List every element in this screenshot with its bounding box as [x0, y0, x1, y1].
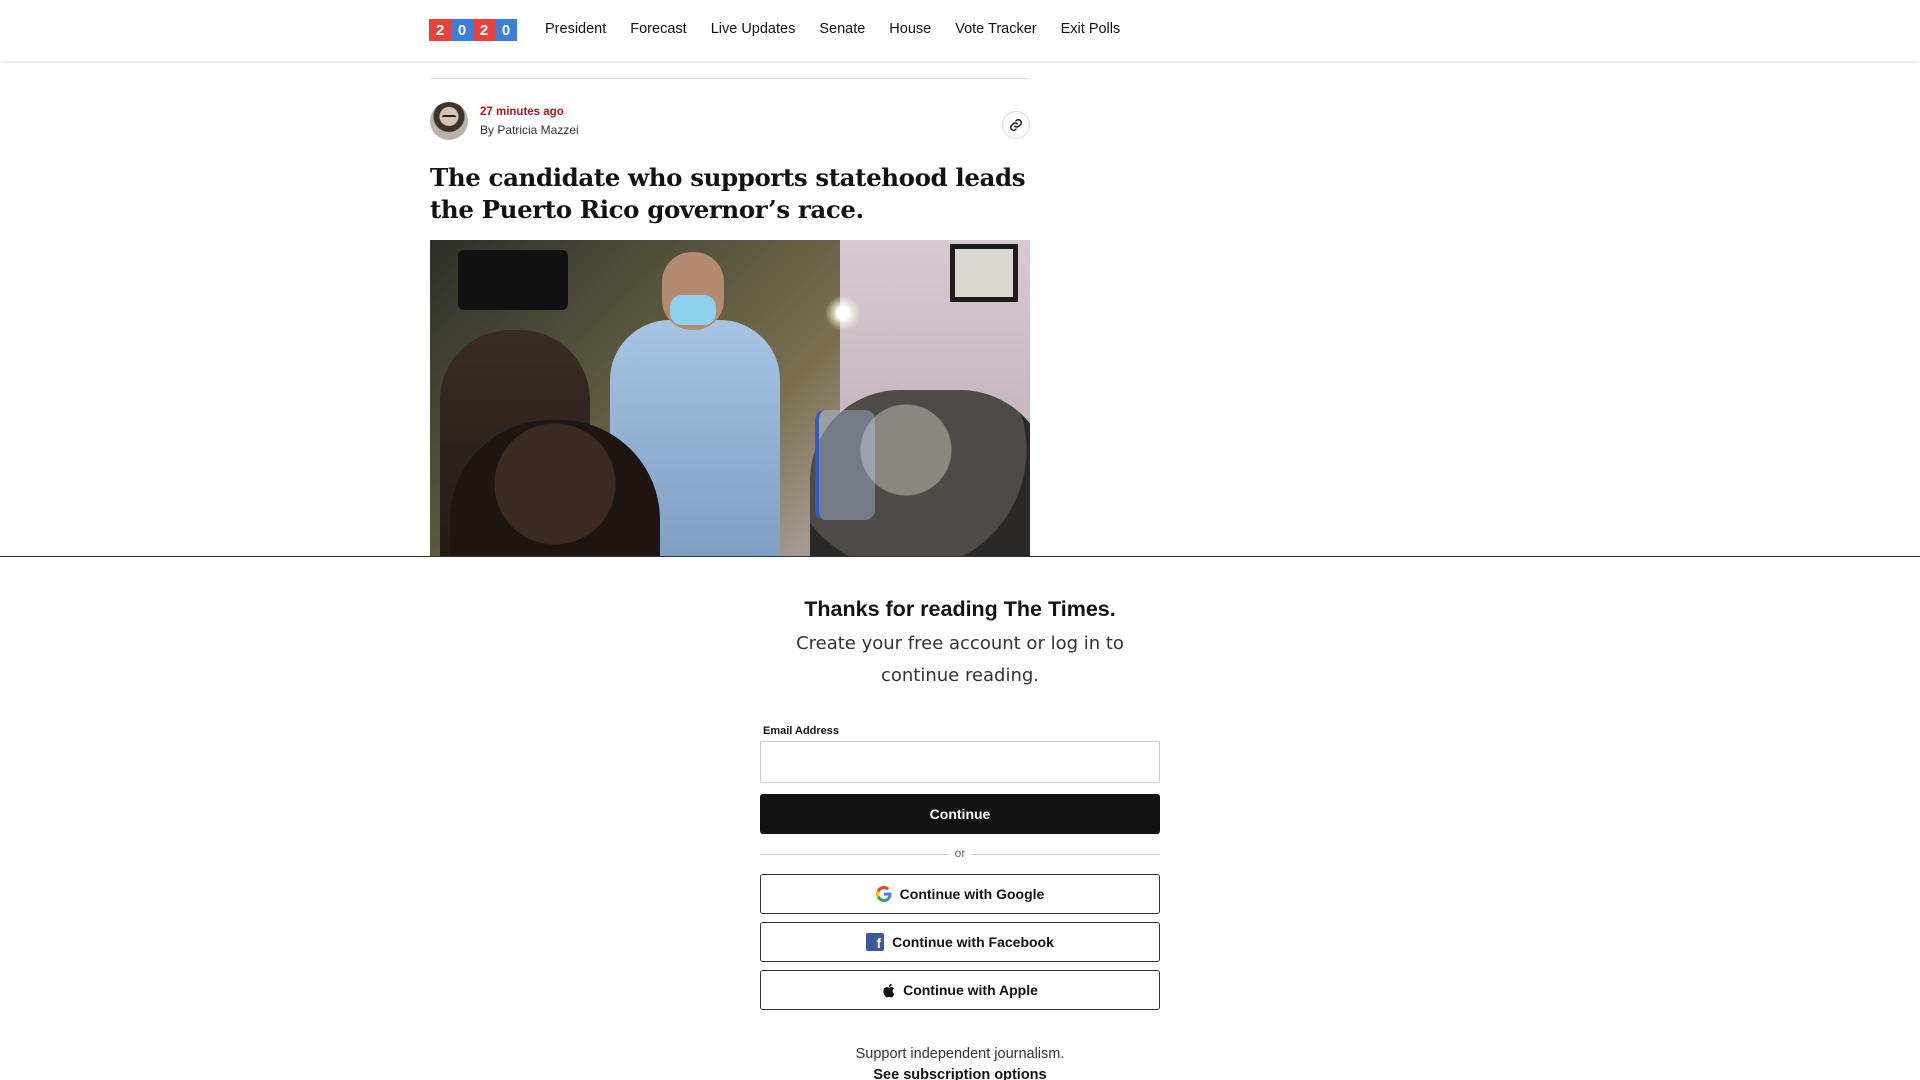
continue-with-apple-button[interactable]: Continue with Apple [760, 970, 1160, 1010]
logo-digit: 2 [473, 19, 495, 41]
apple-button-label: Continue with Apple [903, 982, 1038, 998]
google-button-label: Continue with Google [899, 886, 1045, 902]
nav-item-live-updates[interactable]: Live Updates [711, 21, 796, 37]
divider-line [972, 854, 1160, 855]
nav-item-vote-tracker[interactable]: Vote Tracker [955, 21, 1036, 37]
subscription-options-link[interactable]: See subscription options [0, 1067, 1920, 1080]
live-update-post: 27 minutes ago By Patricia Mazzei The ca… [430, 78, 1030, 558]
article-photo [430, 240, 1030, 558]
login-form: Email Address Continue or Continue with … [760, 725, 1160, 1010]
facebook-icon: f [866, 933, 885, 951]
photo-light [825, 295, 861, 331]
link-icon [1010, 119, 1022, 131]
photo-camera [458, 250, 568, 310]
nav-item-president[interactable]: President [545, 21, 606, 37]
photo-face-shield [815, 410, 875, 520]
logo-digit: 0 [495, 19, 517, 41]
post-timestamp: 27 minutes ago [480, 106, 564, 118]
divider [430, 78, 1030, 79]
support-text: Support independent journalism. [855, 1046, 1065, 1062]
photo-wall-frame [950, 244, 1018, 302]
or-divider: or [760, 846, 1160, 862]
facebook-button-label: Continue with Facebook [892, 934, 1054, 950]
post-headline: The candidate who supports statehood lea… [430, 163, 1026, 224]
gate-title: Thanks for reading The Times. [804, 597, 1116, 621]
logo-digit: 2 [429, 19, 451, 41]
nav-item-forecast[interactable]: Forecast [630, 21, 686, 37]
continue-button[interactable]: Continue [760, 794, 1160, 834]
photo-face-mask [670, 295, 716, 325]
byline-row: 27 minutes ago By Patricia Mazzei [430, 102, 1030, 162]
author-avatar[interactable] [430, 102, 468, 140]
registration-gate: Thanks for reading The Times. Create you… [0, 556, 1920, 1080]
or-label: or [954, 846, 966, 860]
continue-with-google-button[interactable]: Continue with Google [760, 874, 1160, 914]
google-icon [875, 886, 892, 902]
continue-with-facebook-button[interactable]: f Continue with Facebook [760, 922, 1160, 962]
main-nav: President Forecast Live Updates Senate H… [545, 21, 1120, 37]
nav-item-senate[interactable]: Senate [819, 21, 865, 37]
email-label: Email Address [763, 725, 840, 737]
top-navigation-bar: 2 0 2 0 President Forecast Live Updates … [0, 0, 1920, 61]
nav-item-house[interactable]: House [889, 21, 931, 37]
gate-subtitle: Create your free account or log in to co… [796, 633, 1124, 686]
author-byline[interactable]: By Patricia Mazzei [480, 123, 579, 137]
logo-digit: 0 [451, 19, 473, 41]
nav-item-exit-polls[interactable]: Exit Polls [1061, 21, 1121, 37]
copy-link-button[interactable] [1002, 111, 1030, 139]
election-2020-logo[interactable]: 2 0 2 0 [429, 19, 517, 41]
email-field[interactable] [760, 741, 1160, 783]
apple-icon [883, 983, 895, 997]
